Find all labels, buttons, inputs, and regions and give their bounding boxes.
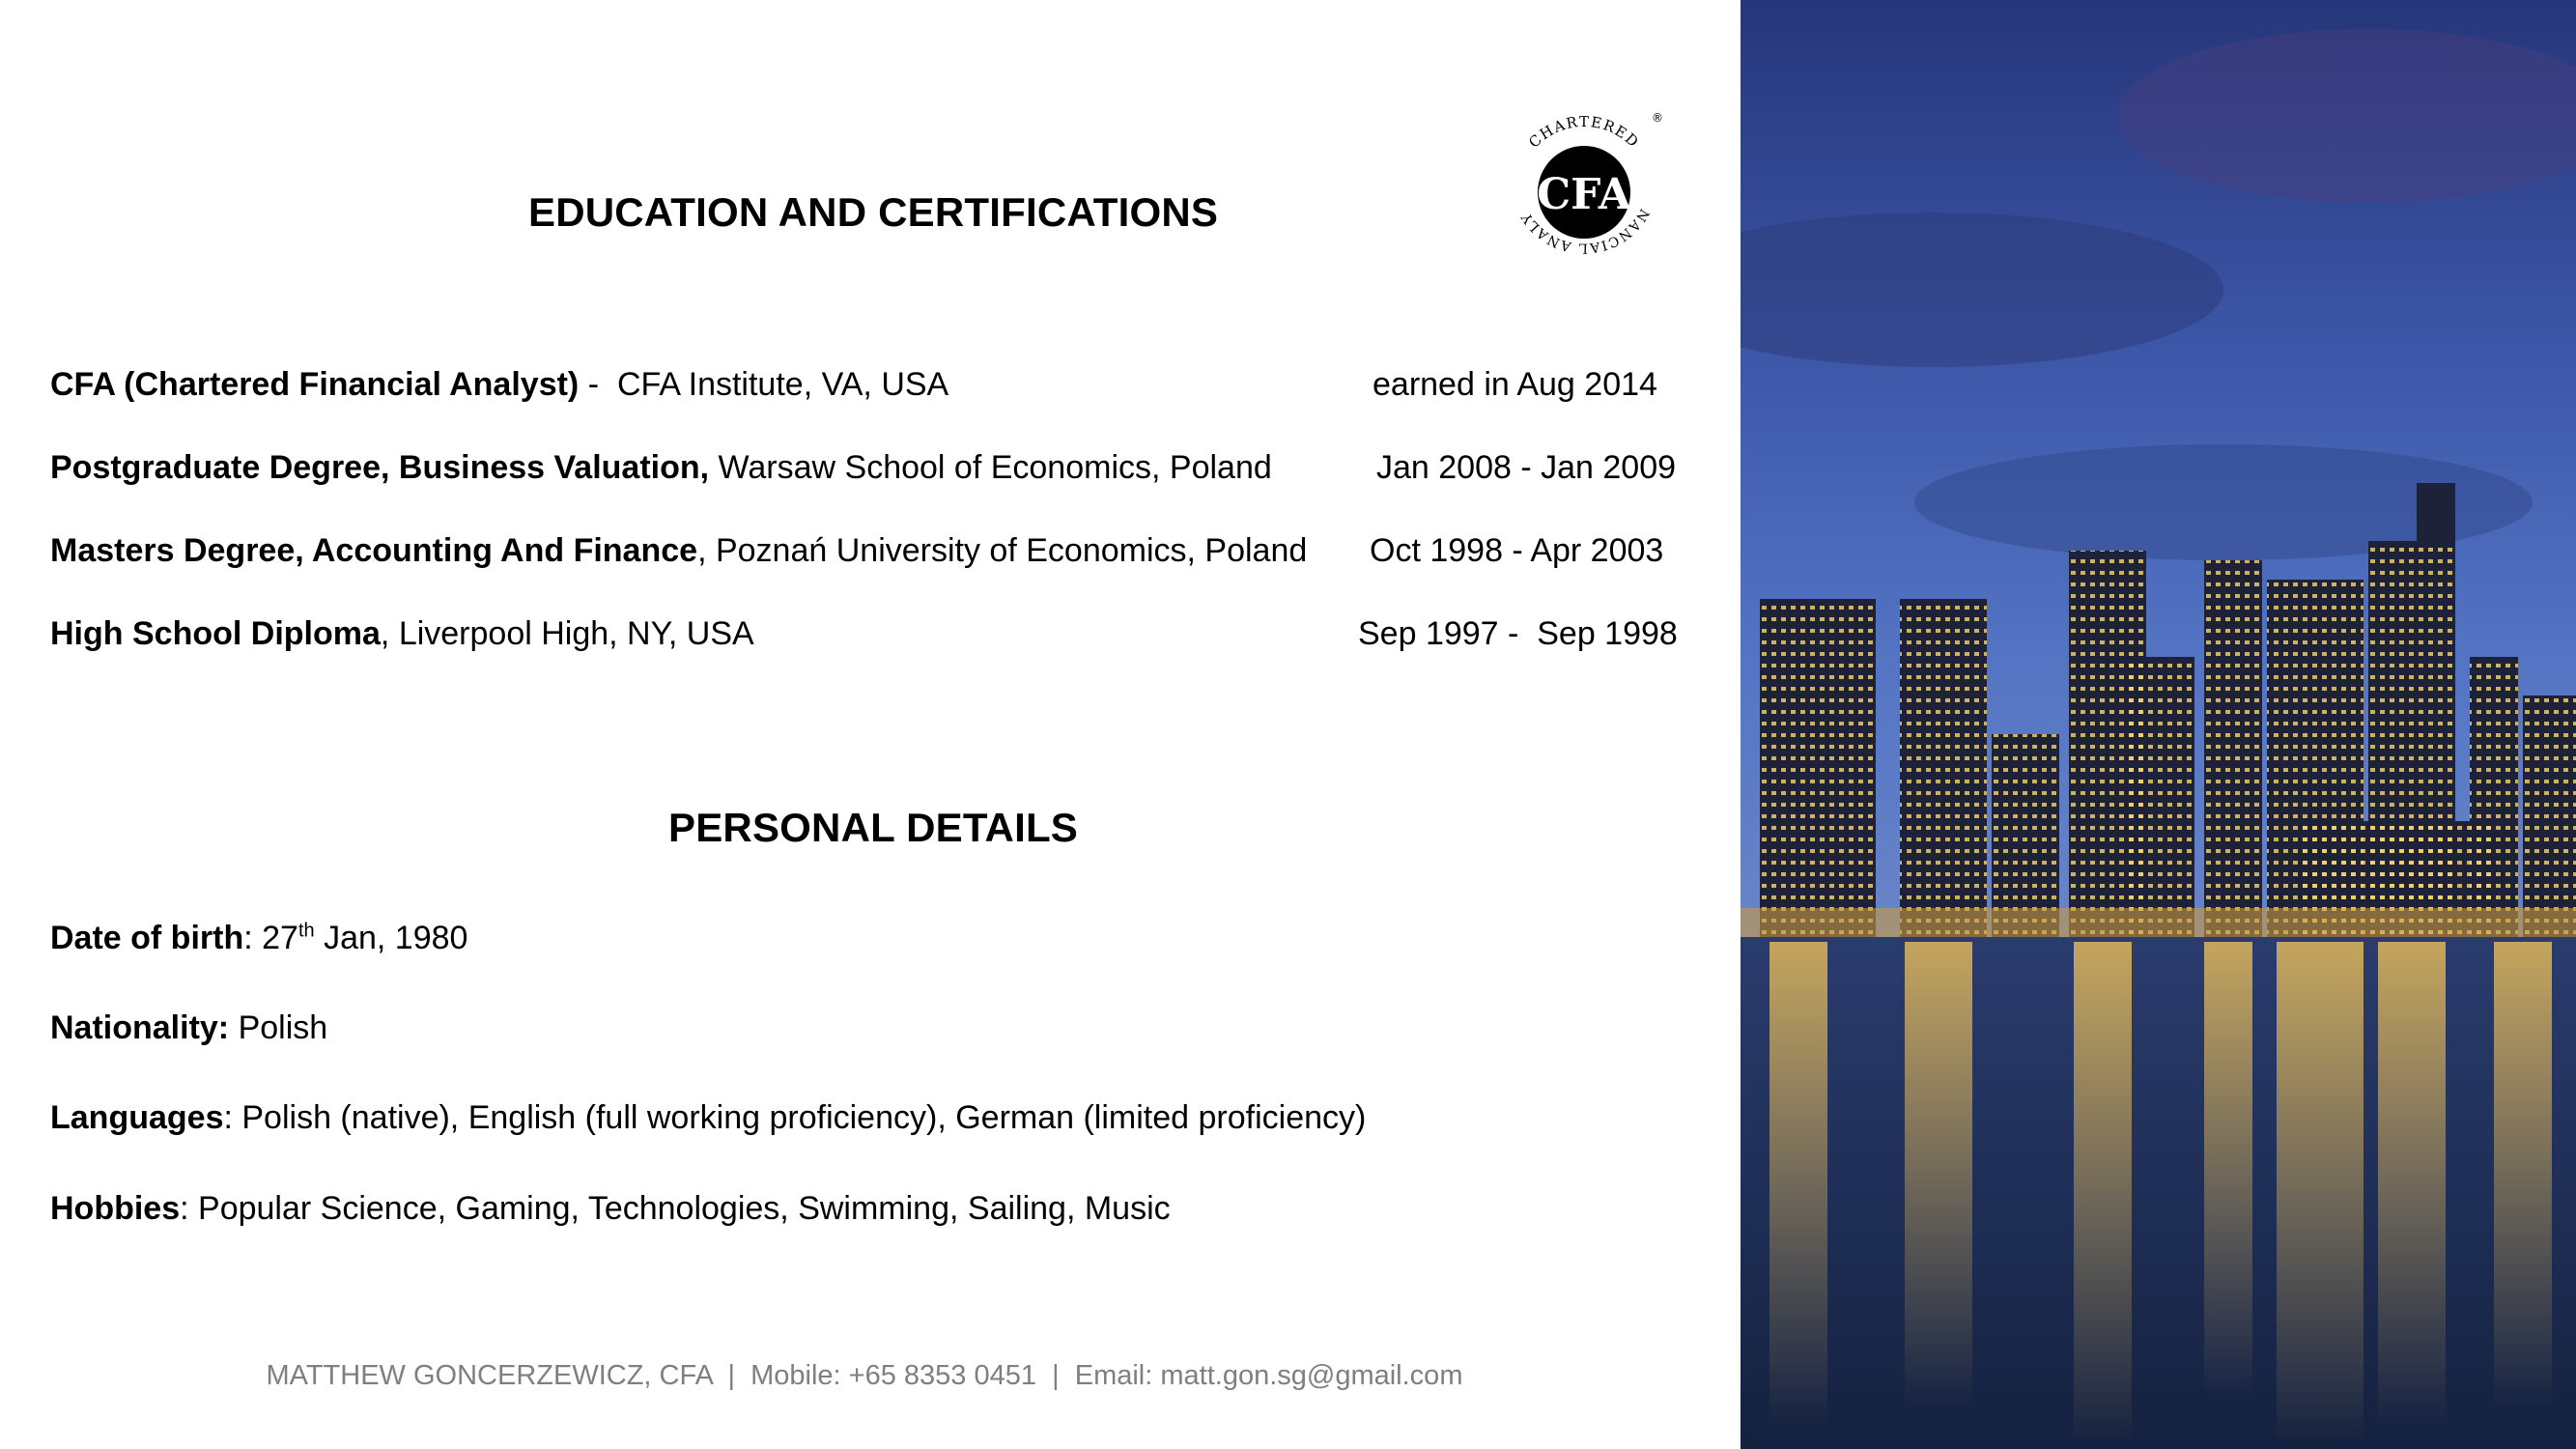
education-detail: Poznań University of Economics, Poland: [715, 532, 1308, 569]
education-detail: Warsaw School of Economics, Poland: [718, 449, 1272, 486]
nationality-row: Nationality: Polish: [50, 1009, 327, 1047]
education-date: Jan 2008 - Jan 2009: [1376, 449, 1677, 486]
education-item-postgraduate: Postgraduate Degree, Business Valuation,…: [50, 448, 1272, 487]
education-title: High School Diploma: [50, 615, 381, 652]
nationality-value: Polish: [229, 1009, 328, 1046]
personal-heading: PERSONAL DETAILS: [668, 805, 1079, 850]
education-item-masters: Masters Degree, Accounting And Finance, …: [50, 532, 1308, 569]
cfa-logo: CFA CHARTERED FINANCIAL ANALYST ®: [1497, 100, 1663, 256]
dob-label: Date of birth: [50, 920, 244, 956]
education-detail: Liverpool High, NY, USA: [398, 615, 754, 652]
cfa-logo-text: CFA: [1537, 170, 1632, 219]
education-item-cfa: CFA (Chartered Financial Analyst) - CFA …: [50, 366, 949, 403]
resume-page: EDUCATION AND CERTIFICATIONS CFA CHARTER…: [0, 0, 2576, 1449]
content-panel: EDUCATION AND CERTIFICATIONS CFA CHARTER…: [0, 0, 1741, 1449]
hobbies-label: Hobbies: [50, 1190, 181, 1227]
education-date: earned in Aug 2014: [1373, 366, 1657, 403]
hobbies-row: Hobbies: Popular Science, Gaming, Techno…: [50, 1189, 1171, 1228]
city-skyline-photo: [1741, 0, 2576, 1449]
languages-row: Languages: Polish (native), English (ful…: [50, 1098, 1366, 1137]
education-heading: EDUCATION AND CERTIFICATIONS: [528, 189, 1219, 235]
hobbies-value: : Popular Science, Gaming, Technologies,…: [180, 1190, 1171, 1227]
education-detail: CFA Institute, VA, USA: [616, 366, 949, 403]
dob-rest: Jan, 1980: [314, 920, 468, 956]
education-title: Masters Degree, Accounting And Finance: [50, 532, 698, 569]
languages-label: Languages: [50, 1099, 224, 1136]
dob-row: Date of birth: 27th Jan, 1980: [50, 920, 468, 956]
svg-text:CHARTERED: CHARTERED: [1525, 113, 1643, 152]
nationality-label: Nationality:: [50, 1009, 230, 1046]
languages-value: : Polish (native), English (full working…: [223, 1099, 1367, 1136]
registered-mark: ®: [1652, 111, 1663, 125]
education-date: Oct 1998 - Apr 2003: [1370, 532, 1664, 569]
dob-day: 27: [262, 920, 298, 956]
contact-footer: MATTHEW GONCERZEWICZ, CFA | Mobile: +65 …: [266, 1360, 1463, 1391]
education-title: Postgraduate Degree, Business Valuation,: [50, 449, 710, 486]
education-item-highschool: High School Diploma, Liverpool High, NY,…: [50, 615, 754, 652]
dob-suffix: th: [297, 920, 315, 942]
education-date: Sep 1997 - Sep 1998: [1358, 615, 1678, 652]
education-title: CFA (Chartered Financial Analyst): [50, 366, 580, 403]
